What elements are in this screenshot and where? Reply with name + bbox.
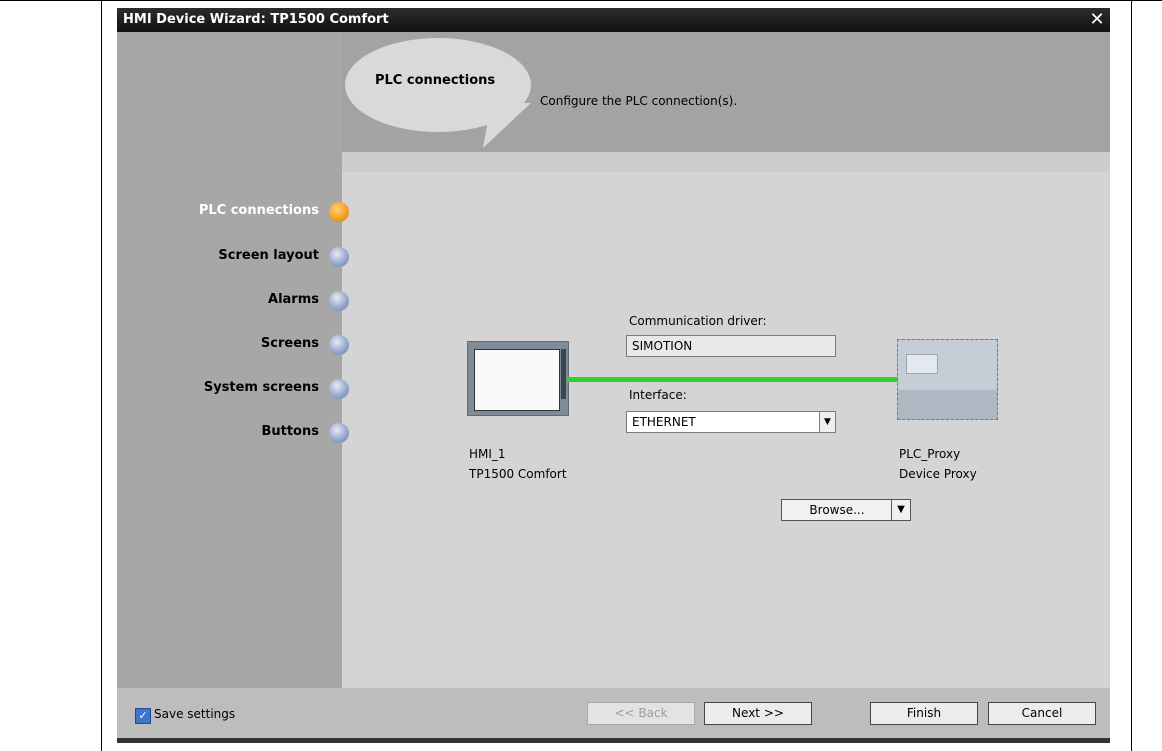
interface-label: Interface: — [629, 388, 687, 402]
browse-button[interactable]: Browse... ▼ — [781, 499, 911, 521]
window-title: HMI Device Wizard: TP1500 Comfort — [123, 12, 389, 27]
title-bar: HMI Device Wizard: TP1500 Comfort ✕ — [117, 8, 1110, 32]
interface-select-value: ETHERNET — [632, 415, 696, 429]
step-indicator-icon — [329, 335, 349, 355]
next-button[interactable]: Next >> — [704, 702, 812, 725]
plc-device-icon[interactable] — [897, 339, 998, 420]
interface-select[interactable]: ETHERNET ▼ — [626, 411, 836, 433]
step-indicator-icon — [329, 379, 349, 399]
step-screen-layout[interactable]: Screen layout — [218, 248, 319, 263]
browse-button-label: Browse... — [809, 503, 865, 517]
step-buttons[interactable]: Buttons — [261, 424, 319, 439]
hmi-screen-icon — [474, 349, 560, 411]
step-active-indicator-icon — [329, 202, 349, 222]
plc-front-panel — [898, 340, 997, 390]
table-border-top — [0, 0, 1162, 1]
plc-module-icon — [906, 354, 938, 374]
step-system-screens[interactable]: System screens — [204, 380, 319, 395]
hmi-side-keys-icon — [561, 349, 566, 399]
footer-bottom-bar — [117, 738, 1110, 743]
finish-button[interactable]: Finish — [870, 702, 978, 725]
step-indicator-icon — [329, 247, 349, 267]
step-screens[interactable]: Screens — [261, 336, 319, 351]
page-subtitle: Configure the PLC connection(s). — [540, 94, 738, 108]
driver-label: Communication driver: — [629, 314, 767, 328]
step-indicator-icon — [329, 291, 349, 311]
wizard-dialog: HMI Device Wizard: TP1500 Comfort ✕ PLC … — [117, 8, 1110, 743]
table-border-left — [101, 0, 102, 751]
hmi-device-icon[interactable] — [467, 341, 569, 416]
back-button[interactable]: << Back — [587, 702, 695, 725]
step-indicator-icon — [329, 423, 349, 443]
table-border-right — [1131, 0, 1132, 751]
step-navigation-pane — [117, 32, 342, 688]
plc-type: Device Proxy — [899, 467, 977, 481]
plc-name: PLC_Proxy — [899, 447, 961, 461]
step-alarms[interactable]: Alarms — [268, 292, 319, 307]
speech-bubble-tail — [483, 103, 531, 148]
close-icon[interactable]: ✕ — [1087, 9, 1107, 31]
connection-line — [567, 377, 898, 382]
driver-field: SIMOTION — [626, 335, 836, 357]
step-plc-connections[interactable]: PLC connections — [199, 203, 319, 218]
cancel-button[interactable]: Cancel — [988, 702, 1096, 725]
chevron-down-icon[interactable]: ▼ — [819, 412, 835, 432]
hmi-type: TP1500 Comfort — [469, 467, 567, 481]
chevron-down-icon[interactable]: ▼ — [891, 500, 910, 520]
page-title: PLC connections — [375, 73, 496, 88]
save-settings-checkbox[interactable]: ✓ — [135, 708, 151, 724]
hmi-name: HMI_1 — [469, 447, 506, 461]
save-settings-label[interactable]: Save settings — [154, 707, 235, 721]
